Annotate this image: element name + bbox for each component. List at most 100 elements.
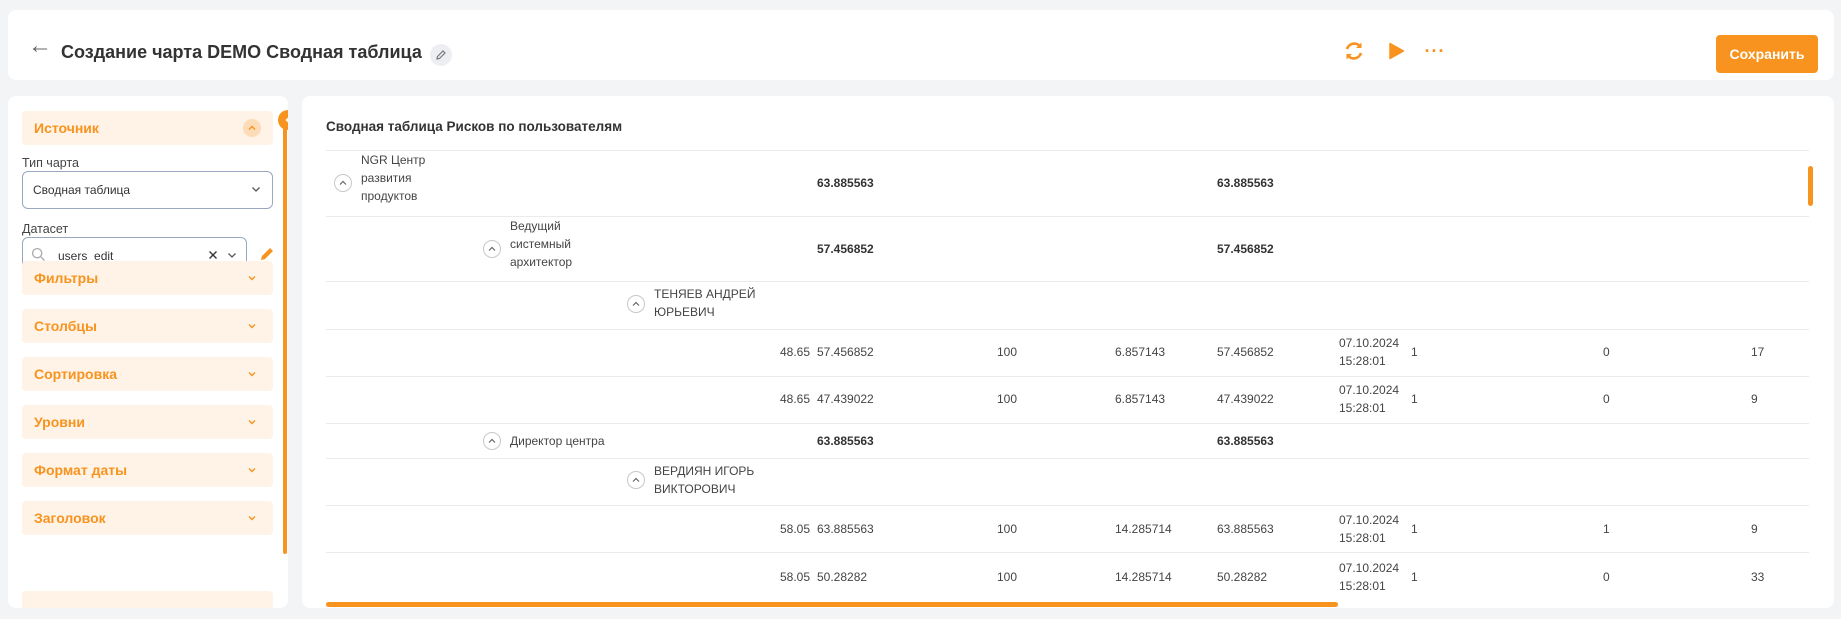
cell-value: 1 [1411, 522, 1418, 536]
settings-sidebar: Источник Тип чарта Сводная таблица Датас… [8, 96, 288, 608]
chevron-down-icon [243, 461, 261, 479]
pivot-title: Сводная таблица Рисков по пользователям [326, 119, 623, 134]
cell-value: 63.885563 [817, 176, 874, 190]
cell-value: 0 [1603, 392, 1610, 406]
cell-value: 9 [1751, 522, 1758, 536]
divider [326, 552, 1809, 553]
pivot-table-panel: Сводная таблица Рисков по пользователям … [302, 96, 1834, 608]
cell-date: 07.10.2024 15:28:01 [1339, 513, 1400, 545]
cell-value: 50.28282 [817, 570, 868, 584]
cell-value: 63.885563 [817, 522, 874, 536]
cell-value: 1 [1411, 392, 1418, 406]
cell-date: 07.10.2024 15:28:01 [1339, 383, 1400, 415]
group-label: Директор центра [510, 434, 605, 448]
accordion-filters[interactable]: Фильтры [22, 261, 273, 295]
accordion-header[interactable]: Заголовок [22, 501, 273, 535]
back-arrow-icon[interactable]: ← [28, 32, 52, 60]
chart-type-value: Сводная таблица [33, 183, 131, 197]
cell-value: 57.456852 [817, 242, 874, 256]
cell-value: 14.285714 [1115, 570, 1172, 584]
chevron-down-icon [243, 365, 261, 383]
accordion-sorting[interactable]: Сортировка [22, 357, 273, 391]
collapse-toggle-icon[interactable] [483, 240, 501, 258]
page-title: Создание чарта DEMO Сводная таблица [61, 42, 422, 62]
cell-date: 07.10.2024 15:28:01 [1339, 336, 1400, 368]
accordion-sorting-label: Сортировка [34, 366, 117, 382]
chevron-down-icon [243, 317, 261, 335]
collapse-toggle-icon[interactable] [334, 174, 352, 192]
cell-value: 57.456852 [1217, 345, 1274, 359]
chevron-up-icon [243, 119, 261, 137]
cell-value: 58.05 [779, 570, 810, 584]
cell-value: 100 [997, 570, 1018, 584]
group-label: NGR Центр развития продуктов [361, 153, 426, 203]
accordion-filters-label: Фильтры [34, 270, 99, 286]
cell-date: 07.10.2024 15:28:01 [1339, 561, 1400, 593]
play-icon[interactable] [1381, 36, 1411, 66]
chevron-down-icon [243, 509, 261, 527]
cell-value: 1 [1411, 570, 1418, 584]
accordion-levels[interactable]: Уровни [22, 405, 273, 439]
accordion-columns[interactable]: Столбцы [22, 309, 273, 343]
cell-value: 47.439022 [817, 392, 874, 406]
vertical-scrollbar[interactable] [1808, 166, 1813, 206]
cell-value: 33 [1751, 570, 1765, 584]
accordion-header-label: Заголовок [34, 510, 106, 526]
divider [326, 423, 1809, 424]
collapse-toggle-icon[interactable] [627, 295, 645, 313]
cell-value: 63.885563 [1217, 176, 1274, 190]
cell-value: 1 [1603, 522, 1610, 536]
cell-value: 48.65 [779, 392, 810, 406]
accordion-date-format[interactable]: Формат даты [22, 453, 273, 487]
group-label: Ведущий системный архитектор [510, 219, 573, 269]
accordion-source-label: Источник [34, 120, 99, 136]
top-bar: ← Создание чарта DEMO Сводная таблица ··… [8, 10, 1834, 80]
cell-value: 17 [1751, 345, 1765, 359]
save-button[interactable]: Сохранить [1716, 35, 1818, 73]
chevron-down-icon [243, 269, 261, 287]
sidebar-scrollbar[interactable] [283, 111, 287, 554]
chevron-down-icon [250, 183, 262, 198]
cell-value: 6.857143 [1115, 345, 1166, 359]
cell-value: 1 [1411, 345, 1418, 359]
horizontal-scrollbar[interactable] [326, 602, 1338, 607]
collapse-toggle-icon[interactable] [483, 432, 501, 450]
group-label: ТЕНЯЕВ АНДРЕЙ ЮРЬЕВИЧ [654, 287, 756, 319]
divider [326, 376, 1809, 377]
chevron-down-icon [243, 413, 261, 431]
divider [326, 458, 1809, 459]
accordion-partial[interactable] [22, 591, 273, 608]
cell-value: 48.65 [779, 345, 810, 359]
cell-value: 47.439022 [1217, 392, 1274, 406]
cell-value: 57.456852 [1217, 242, 1274, 256]
divider [326, 150, 1809, 151]
cell-value: 100 [997, 345, 1018, 359]
cell-value: 58.05 [779, 522, 810, 536]
edit-title-icon[interactable] [430, 44, 452, 66]
cell-value: 50.28282 [1217, 570, 1268, 584]
collapse-toggle-icon[interactable] [627, 471, 645, 489]
divider [326, 329, 1809, 330]
refresh-icon[interactable] [1339, 36, 1369, 66]
cell-value: 100 [997, 522, 1018, 536]
group-label: ВЕРДИЯН ИГОРЬ ВИКТОРОВИЧ [654, 464, 755, 496]
chart-type-select[interactable]: Сводная таблица [22, 171, 273, 209]
cell-value: 9 [1751, 392, 1758, 406]
cell-value: 100 [997, 392, 1018, 406]
cell-value: 0 [1603, 570, 1610, 584]
cell-value: 63.885563 [1217, 522, 1274, 536]
cell-value: 0 [1603, 345, 1610, 359]
accordion-date-format-label: Формат даты [34, 462, 128, 478]
cell-value: 6.857143 [1115, 392, 1166, 406]
accordion-columns-label: Столбцы [34, 318, 97, 334]
chart-type-label: Тип чарта [22, 156, 79, 170]
cell-value: 63.885563 [1217, 434, 1274, 448]
dataset-label: Датасет [22, 222, 69, 236]
cell-value: 14.285714 [1115, 522, 1172, 536]
more-options-icon[interactable]: ··· [1420, 36, 1450, 66]
collapse-sidebar-icon[interactable] [278, 110, 288, 130]
divider [326, 505, 1809, 506]
accordion-source[interactable]: Источник [22, 111, 273, 145]
divider [326, 281, 1809, 282]
cell-value: 57.456852 [817, 345, 874, 359]
